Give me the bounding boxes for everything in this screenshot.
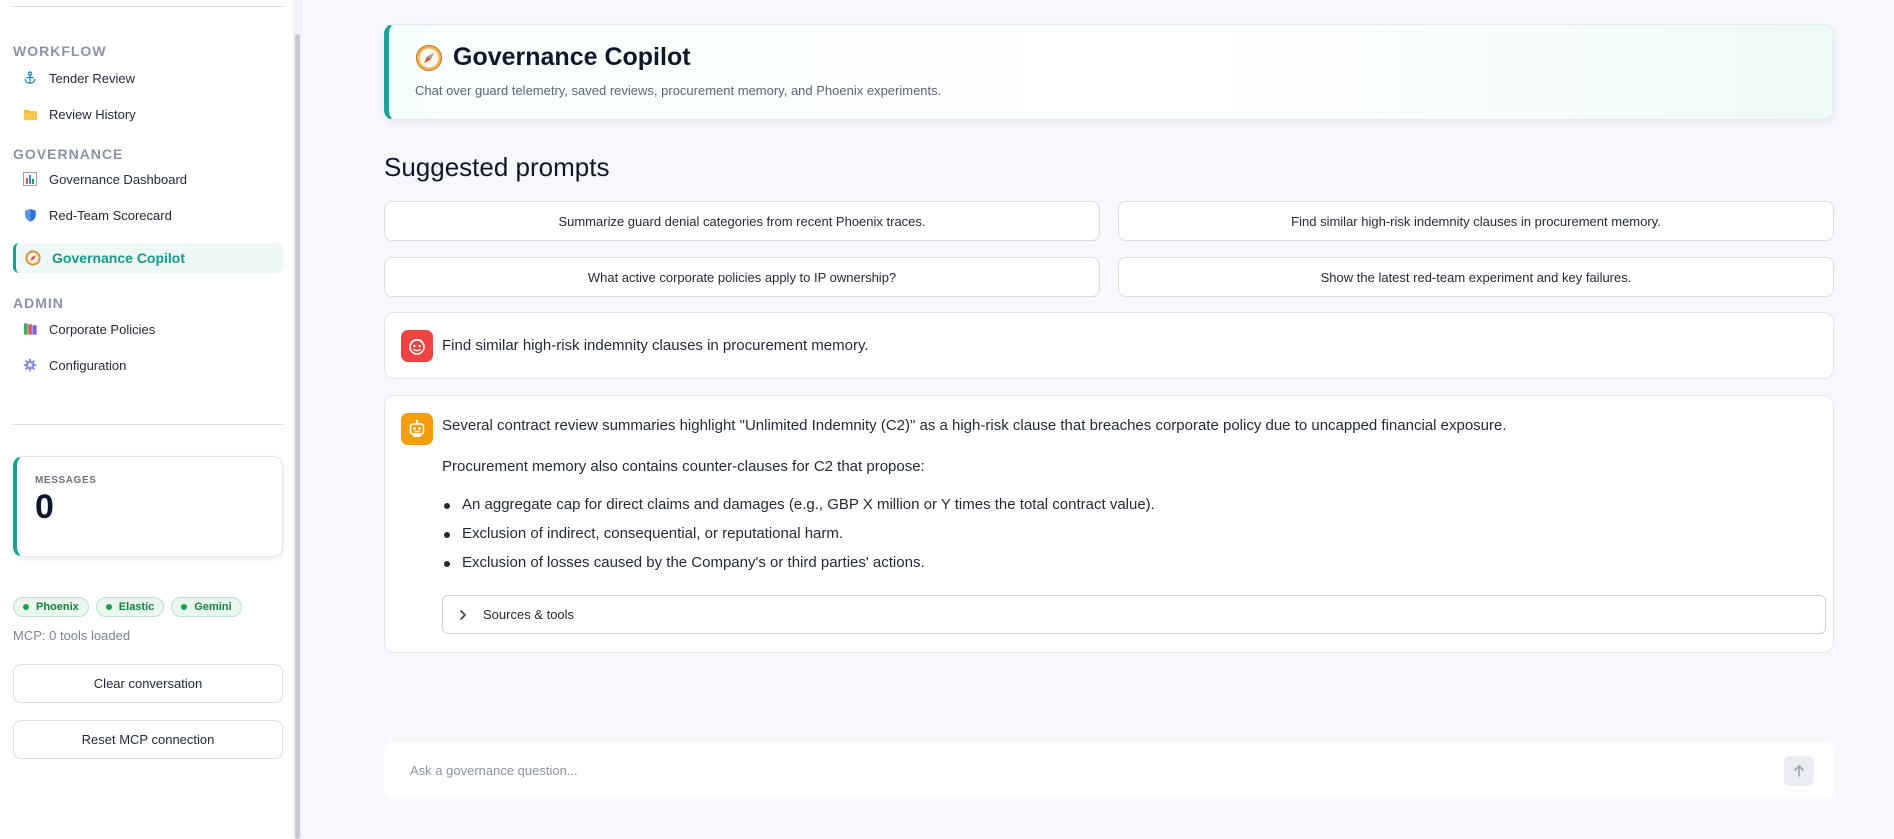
sidebar-item-label: Review History <box>49 106 136 122</box>
status-badge-phoenix: Phoenix <box>13 597 89 617</box>
suggested-prompt-button[interactable]: Find similar high-risk indemnity clauses… <box>1118 201 1834 241</box>
suggested-prompt-button[interactable]: What active corporate policies apply to … <box>384 257 1100 297</box>
sidebar-scrollbar[interactable] <box>293 0 302 839</box>
messages-metric-card: MESSAGES 0 <box>13 456 283 557</box>
books-icon <box>21 320 39 338</box>
sidebar-item-governance-copilot[interactable]: Governance Copilot <box>13 243 283 273</box>
assistant-bullet-list: An aggregate cap for direct claims and d… <box>442 496 1155 583</box>
compass-icon <box>24 249 42 267</box>
sidebar-item-label: Corporate Policies <box>49 321 156 337</box>
user-message-text: Find similar high-risk indemnity clauses… <box>442 337 869 354</box>
page-title: Governance Copilot <box>415 43 691 72</box>
list-item: An aggregate cap for direct claims and d… <box>442 496 1155 525</box>
sidebar-top-divider <box>13 6 283 7</box>
clear-conversation-button[interactable]: Clear conversation <box>13 664 283 703</box>
reset-mcp-button[interactable]: Reset MCP connection <box>13 720 283 759</box>
status-dot-icon <box>23 604 29 610</box>
status-badge-gemini: Gemini <box>171 597 242 617</box>
page-header-card: Governance Copilot Chat over guard telem… <box>384 24 1834 120</box>
metric-value: 0 <box>35 488 54 526</box>
mcp-status-text: MCP: 0 tools loaded <box>13 628 131 643</box>
sidebar-item-red-team-scorecard[interactable]: Red-Team Scorecard <box>13 200 283 230</box>
sidebar: WORKFLOW Tender Review Review History GO… <box>0 0 302 839</box>
badge-label: Phoenix <box>36 601 79 613</box>
sidebar-item-label: Governance Dashboard <box>49 171 188 187</box>
main-content: Governance Copilot Chat over guard telem… <box>302 0 1894 839</box>
badge-label: Elastic <box>118 601 155 613</box>
assistant-message: Several contract review summaries highli… <box>384 395 1834 653</box>
sidebar-item-review-history[interactable]: Review History <box>13 99 283 129</box>
sources-tools-expander[interactable]: Sources & tools <box>442 595 1826 634</box>
suggested-prompt-button[interactable]: Show the latest red-team experiment and … <box>1118 257 1834 297</box>
send-button[interactable] <box>1784 756 1814 786</box>
sidebar-item-label: Governance Copilot <box>52 250 186 266</box>
user-message: Find similar high-risk indemnity clauses… <box>384 312 1834 379</box>
anchor-icon <box>21 69 39 87</box>
sidebar-item-label: Red-Team Scorecard <box>49 207 172 223</box>
section-title-admin: ADMIN <box>13 295 64 311</box>
section-title-workflow: WORKFLOW <box>13 43 107 59</box>
section-title-governance: GOVERNANCE <box>13 146 124 162</box>
sidebar-item-tender-review[interactable]: Tender Review <box>13 63 283 93</box>
assistant-paragraph: Procurement memory also contains counter… <box>442 458 925 475</box>
list-item: Exclusion of indirect, consequential, or… <box>442 525 1155 554</box>
folder-icon <box>21 105 39 123</box>
assistant-avatar <box>401 413 433 445</box>
service-badges: Phoenix Elastic Gemini <box>13 597 242 617</box>
sidebar-item-governance-dashboard[interactable]: Governance Dashboard <box>13 164 283 194</box>
sidebar-item-configuration[interactable]: Configuration <box>13 350 283 380</box>
page-title-text: Governance Copilot <box>453 43 691 71</box>
suggested-prompts-title: Suggested prompts <box>384 152 610 182</box>
shield-icon <box>21 206 39 224</box>
status-badge-elastic: Elastic <box>95 597 165 617</box>
user-face-icon <box>409 338 425 355</box>
assistant-paragraph: Several contract review summaries highli… <box>442 417 1507 434</box>
badge-label: Gemini <box>194 601 232 613</box>
suggested-prompt-button[interactable]: Summarize guard denial categories from r… <box>384 201 1100 241</box>
status-dot-icon <box>105 604 112 610</box>
status-dot-icon <box>181 604 188 610</box>
arrow-up-icon <box>1794 765 1804 777</box>
compass-icon <box>415 44 443 71</box>
list-item: Exclusion of losses caused by the Compan… <box>442 554 1155 583</box>
gear-icon <box>21 356 39 374</box>
page-subtitle: Chat over guard telemetry, saved reviews… <box>415 83 942 98</box>
sidebar-item-corporate-policies[interactable]: Corporate Policies <box>13 314 283 344</box>
chat-input-bar <box>384 742 1834 799</box>
bar-chart-icon <box>21 170 39 188</box>
metric-label: MESSAGES <box>35 475 97 486</box>
chevron-right-icon <box>460 609 466 620</box>
user-avatar <box>401 330 433 362</box>
scrollbar-thumb[interactable] <box>295 34 300 839</box>
sidebar-item-label: Tender Review <box>49 70 135 86</box>
robot-icon <box>409 419 425 437</box>
expander-label: Sources & tools <box>483 607 575 622</box>
sidebar-divider <box>13 424 283 425</box>
sidebar-item-label: Configuration <box>49 357 127 373</box>
chat-input[interactable] <box>384 742 1764 799</box>
